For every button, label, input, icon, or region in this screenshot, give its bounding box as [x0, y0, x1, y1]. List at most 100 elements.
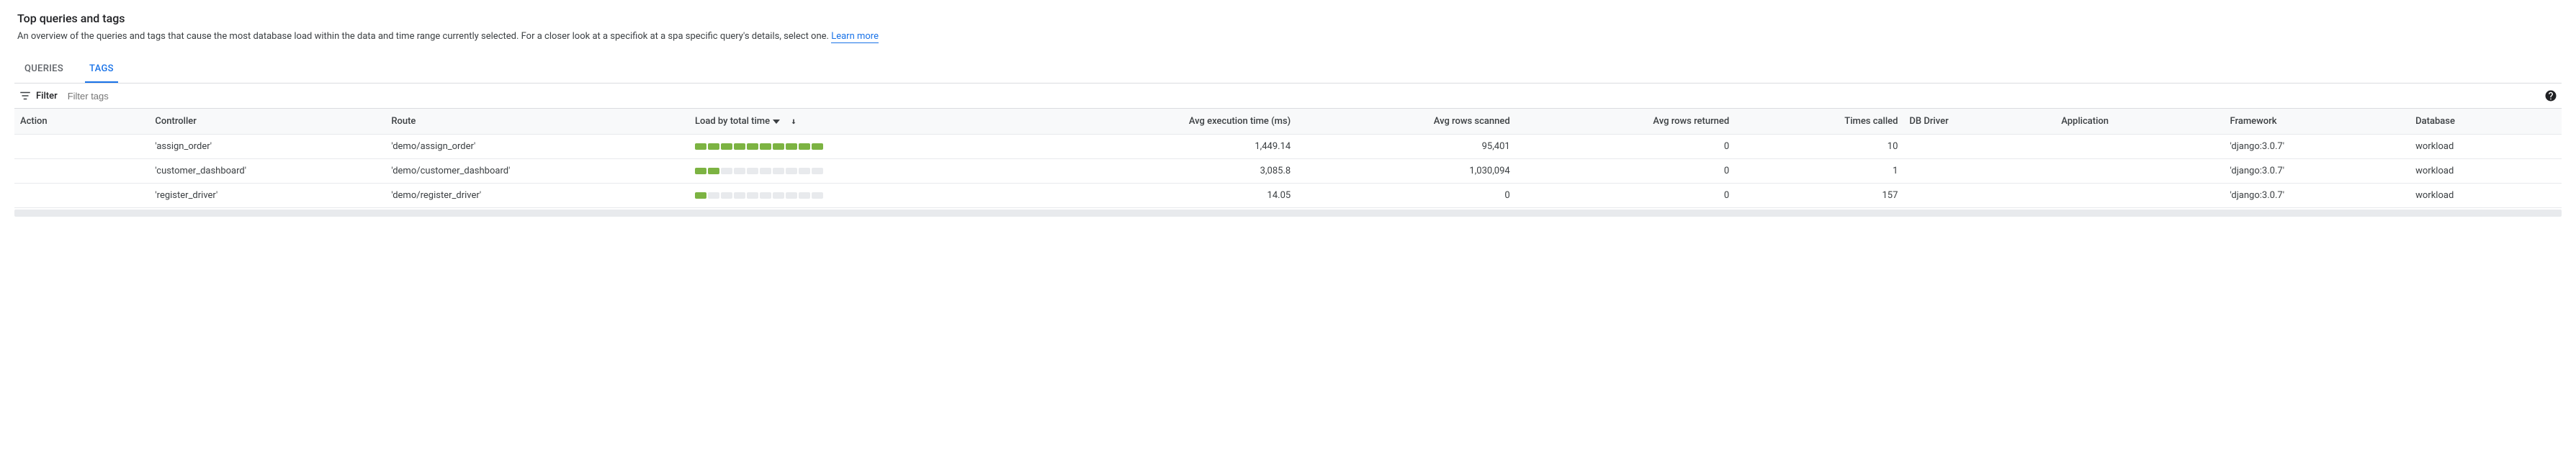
cell-framework: 'django:3.0.7' — [2224, 135, 2410, 159]
col-load[interactable]: Load by total time — [689, 109, 1026, 135]
load-segment — [721, 192, 732, 199]
cell-avg-scanned: 95,401 — [1296, 135, 1516, 159]
cell-db-driver — [1903, 159, 2055, 184]
load-segment — [734, 143, 745, 150]
col-action[interactable]: Action — [14, 109, 149, 135]
load-segment — [721, 168, 732, 174]
col-times-called[interactable]: Times called — [1735, 109, 1903, 135]
cell-avg-returned: 0 — [1516, 135, 1736, 159]
page-title: Top queries and tags — [17, 12, 2562, 25]
col-avg-scanned[interactable]: Avg rows scanned — [1296, 109, 1516, 135]
load-segment — [695, 168, 706, 174]
cell-times-called: 1 — [1735, 159, 1903, 184]
load-segment — [760, 143, 771, 150]
table-header-row: Action Controller Route Load by total ti… — [14, 109, 2562, 135]
cell-database: workload — [2410, 159, 2562, 184]
col-framework[interactable]: Framework — [2224, 109, 2410, 135]
filter-label: Filter — [36, 91, 58, 102]
load-segment — [721, 143, 732, 150]
page-subtitle: An overview of the queries and tags that… — [17, 31, 2562, 42]
col-avg-returned[interactable]: Avg rows returned — [1516, 109, 1736, 135]
col-route[interactable]: Route — [385, 109, 689, 135]
table-row[interactable]: 'assign_order''demo/assign_order' 1,449.1… — [14, 135, 2562, 159]
cell-framework: 'django:3.0.7' — [2224, 159, 2410, 184]
load-segment — [734, 168, 745, 174]
cell-avg-exec: 3,085.8 — [1026, 159, 1296, 184]
load-segment — [773, 192, 784, 199]
cell-load — [689, 159, 1026, 184]
load-segment — [695, 192, 706, 199]
cell-db-driver — [1903, 135, 2055, 159]
load-segment — [708, 143, 719, 150]
col-database[interactable]: Database — [2410, 109, 2562, 135]
cell-action — [14, 135, 149, 159]
tab-queries[interactable]: QUERIES — [20, 56, 68, 83]
cell-controller: 'customer_dashboard' — [149, 159, 385, 184]
table-row[interactable]: 'customer_dashboard''demo/customer_dashb… — [14, 159, 2562, 184]
load-segment — [799, 168, 810, 174]
load-segment — [773, 168, 784, 174]
cell-avg-scanned: 1,030,094 — [1296, 159, 1516, 184]
cell-avg-returned: 0 — [1516, 184, 1736, 208]
cell-avg-exec: 14.05 — [1026, 184, 1296, 208]
learn-more-link[interactable]: Learn more — [831, 31, 879, 43]
cell-route: 'demo/customer_dashboard' — [385, 159, 689, 184]
cell-avg-exec: 1,449.14 — [1026, 135, 1296, 159]
cell-application — [2055, 184, 2224, 208]
filter-input[interactable] — [68, 91, 2544, 102]
load-segment — [773, 143, 784, 150]
horizontal-scrollbar[interactable] — [14, 210, 2562, 217]
tabs-bar: QUERIES TAGS — [14, 56, 2562, 84]
sort-descending-icon — [790, 118, 797, 125]
col-avg-exec[interactable]: Avg execution time (ms) — [1026, 109, 1296, 135]
load-segment — [786, 168, 797, 174]
load-segment — [695, 143, 706, 150]
load-segment — [760, 192, 771, 199]
subtitle-text: An overview of the queries and tags that… — [17, 31, 831, 42]
load-segment — [799, 192, 810, 199]
filter-row: Filter — [14, 84, 2562, 109]
cell-application — [2055, 135, 2224, 159]
load-bar — [695, 168, 1020, 174]
cell-times-called: 157 — [1735, 184, 1903, 208]
tab-tags[interactable]: TAGS — [85, 56, 118, 83]
table-row[interactable]: 'register_driver''demo/register_driver' 1… — [14, 184, 2562, 208]
load-segment — [747, 168, 758, 174]
help-icon[interactable] — [2544, 89, 2557, 102]
col-db-driver[interactable]: DB Driver — [1903, 109, 2055, 135]
load-segment — [812, 143, 823, 150]
cell-route: 'demo/assign_order' — [385, 135, 689, 159]
filter-icon — [19, 89, 32, 102]
cell-avg-scanned: 0 — [1296, 184, 1516, 208]
col-application[interactable]: Application — [2055, 109, 2224, 135]
load-segment — [812, 192, 823, 199]
load-segment — [786, 143, 797, 150]
cell-application — [2055, 159, 2224, 184]
load-segment — [799, 143, 810, 150]
cell-controller: 'register_driver' — [149, 184, 385, 208]
cell-controller: 'assign_order' — [149, 135, 385, 159]
load-segment — [734, 192, 745, 199]
cell-route: 'demo/register_driver' — [385, 184, 689, 208]
cell-load — [689, 135, 1026, 159]
load-segment — [786, 192, 797, 199]
cell-action — [14, 184, 149, 208]
data-table: Action Controller Route Load by total ti… — [14, 109, 2562, 208]
cell-db-driver — [1903, 184, 2055, 208]
load-segment — [812, 168, 823, 174]
cell-framework: 'django:3.0.7' — [2224, 184, 2410, 208]
cell-times-called: 10 — [1735, 135, 1903, 159]
load-segment — [708, 192, 719, 199]
col-load-label: Load by total time — [695, 116, 770, 127]
cell-load — [689, 184, 1026, 208]
cell-action — [14, 159, 149, 184]
cell-avg-returned: 0 — [1516, 159, 1736, 184]
load-bar — [695, 192, 1020, 199]
load-bar — [695, 143, 1020, 150]
load-segment — [708, 168, 719, 174]
load-segment — [747, 143, 758, 150]
load-segment — [747, 192, 758, 199]
cell-database: workload — [2410, 184, 2562, 208]
col-controller[interactable]: Controller — [149, 109, 385, 135]
load-segment — [760, 168, 771, 174]
